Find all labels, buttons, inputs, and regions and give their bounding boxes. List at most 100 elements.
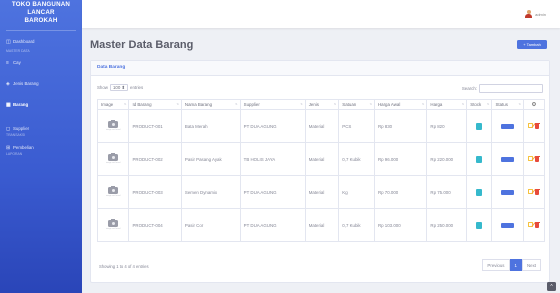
trash-icon[interactable] bbox=[534, 188, 540, 195]
brand-line-3: BAROKAH bbox=[24, 17, 58, 24]
trash-icon[interactable] bbox=[534, 122, 540, 129]
column-header[interactable]: Satuan ⇅ bbox=[338, 99, 375, 110]
sidebar-nav: ◫ Dashboard MASTER DATA ≡ Cay ◈ Jenis Barang ▦ B… bbox=[0, 37, 82, 158]
barang-table: Image ⇅ Id Barang ⇅ Nama Barang ⇅ Supplier ⇅ Jen… bbox=[96, 99, 546, 242]
status-badge[interactable] bbox=[501, 156, 515, 162]
cell-supplier: TB HOLIS JAYA bbox=[239, 142, 306, 176]
cell-harga: Rp 820 bbox=[426, 109, 468, 143]
column-header-label: Nama Barang bbox=[184, 102, 213, 107]
next-button[interactable]: Next bbox=[521, 259, 541, 271]
cell-harga-awal: Rp 103.000 bbox=[373, 208, 428, 242]
sort-icon: ⇅ bbox=[518, 102, 521, 106]
sidebar-item-dashboard[interactable]: ◫ Dashboard bbox=[0, 37, 82, 46]
search-input[interactable] bbox=[479, 84, 543, 93]
table-row: image not found PRODUCT-001 Bata Merah PT D… bbox=[96, 109, 546, 143]
sidebar-item-jenis-barang[interactable]: ◈ Jenis Barang bbox=[0, 79, 82, 88]
sidebar-item-pembelian[interactable]: ⊞ Pembelian bbox=[0, 143, 82, 152]
card-title: Data Barang bbox=[91, 61, 549, 76]
pagination: Previous 1 Next bbox=[482, 259, 541, 271]
column-header-label: Jenis bbox=[308, 102, 319, 107]
column-header-label: Stock bbox=[470, 102, 482, 107]
sidebar-item-label: Supplier bbox=[13, 126, 30, 131]
status-cell bbox=[491, 175, 524, 209]
column-header-label: Id Barang bbox=[132, 102, 152, 107]
cell-satuan: Kg bbox=[338, 175, 375, 209]
trash-icon[interactable] bbox=[534, 155, 540, 162]
status-badge[interactable] bbox=[501, 222, 515, 228]
show-label: Show bbox=[97, 85, 108, 90]
cell-name: Bata Merah bbox=[180, 109, 241, 143]
column-header[interactable]: Harga ⇅ bbox=[426, 99, 468, 110]
column-header[interactable]: Jenis ⇅ bbox=[304, 99, 340, 110]
gear-icon: ⚙ bbox=[531, 101, 537, 108]
stock-cell bbox=[466, 142, 493, 176]
chevron-up-icon: ^ bbox=[550, 283, 553, 290]
sidebar: TOKO BANGUNAN LANCAR BAROKAH ◫ Dashboard M… bbox=[0, 0, 82, 293]
stock-cell bbox=[466, 109, 493, 143]
edit-icon[interactable] bbox=[528, 189, 534, 194]
image-caption: image not found bbox=[106, 228, 121, 230]
image-placeholder: image not found bbox=[106, 119, 120, 132]
sidebar-heading: TRANSAKSI bbox=[6, 133, 26, 137]
stock-button[interactable] bbox=[476, 188, 483, 196]
cell-name: Pasir Cor bbox=[180, 208, 241, 242]
column-header[interactable]: Nama Barang ⇅ bbox=[180, 99, 241, 110]
cell-name: Pasir Pasang Ayak bbox=[180, 142, 241, 176]
table-header-row: Image ⇅ Id Barang ⇅ Nama Barang ⇅ Supplier ⇅ Jen… bbox=[96, 99, 546, 110]
scroll-to-top-button[interactable]: ^ bbox=[547, 282, 556, 291]
cell-jenis: Material bbox=[304, 175, 340, 209]
column-header[interactable]: Image ⇅ bbox=[96, 99, 130, 110]
settings-column-header[interactable]: ⚙ bbox=[522, 99, 546, 110]
actions-cell bbox=[522, 109, 546, 143]
cell-harga-awal: Rp 70.000 bbox=[373, 175, 428, 209]
sidebar-item-cay[interactable]: ≡ Cay bbox=[0, 58, 82, 67]
entries-select[interactable]: 100 ⬍ bbox=[109, 84, 128, 91]
truck-icon: ◻ bbox=[6, 125, 11, 132]
add-button[interactable]: + Tambah bbox=[517, 40, 547, 49]
image-placeholder: image not found bbox=[106, 185, 121, 198]
entries-control: Show 100 ⬍ entries bbox=[97, 84, 143, 91]
previous-button[interactable]: Previous bbox=[482, 259, 510, 271]
sort-icon: ⇅ bbox=[486, 102, 490, 106]
camera-icon bbox=[108, 185, 119, 194]
page-1-button[interactable]: 1 bbox=[509, 259, 522, 271]
image-cell: image not found bbox=[96, 208, 130, 242]
column-header[interactable]: Stock ⇅ bbox=[466, 99, 493, 110]
column-header[interactable]: Status ⇅ bbox=[491, 99, 524, 110]
trash-icon[interactable] bbox=[534, 221, 540, 228]
column-header[interactable]: Supplier ⇅ bbox=[239, 99, 306, 110]
stock-button[interactable] bbox=[476, 155, 483, 163]
user-menu[interactable]: admin bbox=[525, 10, 546, 18]
sidebar-item-barang[interactable]: ▦ Barang bbox=[0, 100, 82, 109]
column-header[interactable]: Harga Awal ⇅ bbox=[373, 99, 428, 110]
actions-cell bbox=[522, 175, 546, 209]
cell-harga-awal: Rp 830 bbox=[373, 109, 428, 143]
cell-harga-awal: Rp 96.000 bbox=[373, 142, 428, 176]
topbar: admin bbox=[82, 0, 560, 28]
image-cell: image not found bbox=[96, 175, 130, 209]
column-header[interactable]: Id Barang ⇅ bbox=[128, 99, 182, 110]
edit-icon[interactable] bbox=[528, 156, 534, 161]
cell-id: PRODUCT-004 bbox=[128, 208, 182, 242]
cell-satuan: 0,7 Kubik bbox=[338, 208, 375, 242]
sort-icon: ⇅ bbox=[300, 102, 303, 106]
edit-icon[interactable] bbox=[528, 123, 534, 128]
stock-button[interactable] bbox=[476, 122, 483, 130]
sidebar-item-supplier[interactable]: ◻ Supplier bbox=[0, 124, 82, 133]
brand-logo[interactable]: TOKO BANGUNAN LANCAR BAROKAH bbox=[0, 0, 82, 30]
sort-icon: ⇅ bbox=[421, 102, 425, 106]
column-header-label: Image bbox=[101, 102, 114, 107]
sort-icon: ⇅ bbox=[235, 102, 238, 106]
entries-value: 100 bbox=[112, 85, 121, 90]
sidebar-heading: LAPORAN bbox=[6, 152, 23, 156]
status-badge[interactable] bbox=[501, 123, 515, 129]
status-badge[interactable] bbox=[501, 189, 515, 195]
stock-button[interactable] bbox=[476, 221, 483, 229]
sidebar-item-label: Cay bbox=[13, 60, 21, 65]
cell-name: Semen Dynamix bbox=[180, 175, 241, 209]
column-header-label: Satuan bbox=[342, 102, 357, 107]
edit-icon[interactable] bbox=[528, 222, 534, 227]
image-caption: image not found bbox=[106, 195, 121, 197]
table-body: image not found PRODUCT-001 Bata Merah PT D… bbox=[96, 109, 546, 242]
cell-harga: Rp 220.000 bbox=[426, 142, 468, 176]
